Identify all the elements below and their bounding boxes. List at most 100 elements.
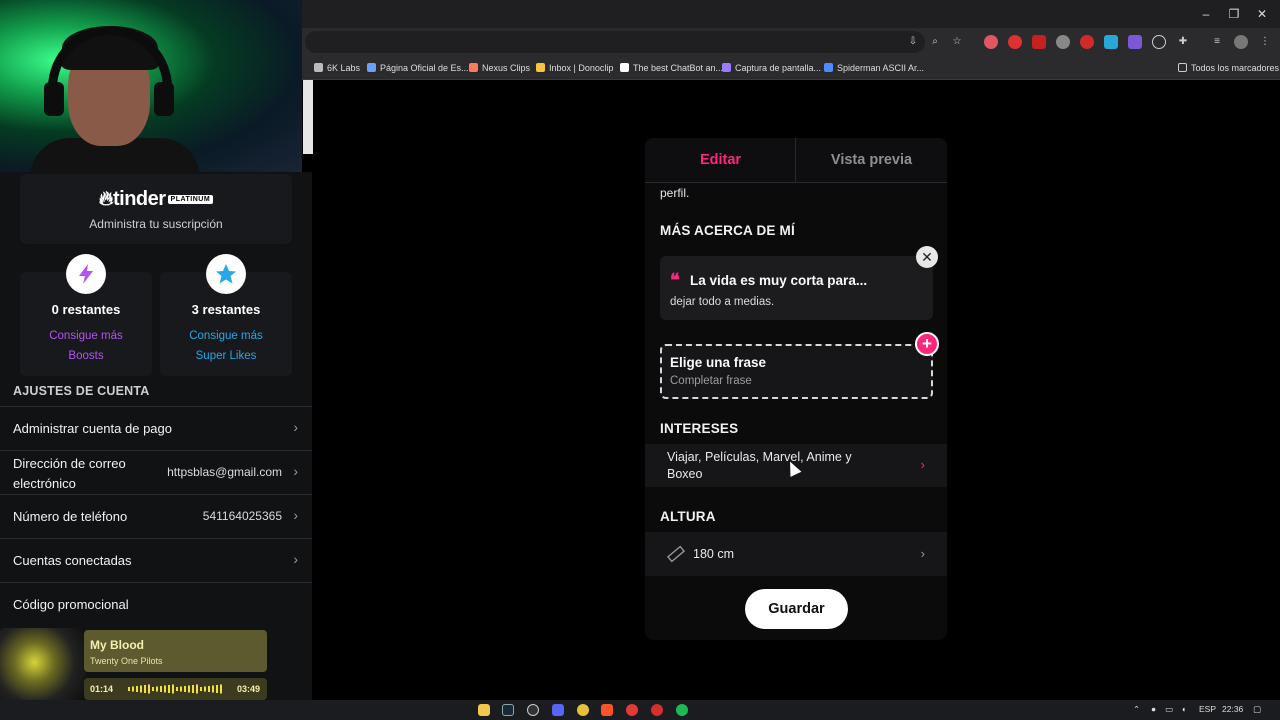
prompt-card[interactable]: ❝ La vida es muy corta para... dejar tod… [660, 256, 933, 320]
waveform-bar [164, 685, 166, 693]
address-bar[interactable] [305, 31, 925, 53]
extension-icon[interactable] [1080, 35, 1094, 49]
file-explorer-icon[interactable] [478, 704, 490, 716]
bookmark-item[interactable]: Inbox | Donoclip [536, 60, 613, 76]
chrome-icon[interactable] [577, 704, 589, 716]
media-player-icon[interactable] [626, 704, 638, 716]
row-label: Administrar cuenta de pago [13, 421, 172, 436]
brave-icon[interactable] [601, 704, 613, 716]
ruler-icon [667, 545, 685, 563]
waveform-bar [160, 686, 162, 692]
bookmark-item[interactable]: Nexus Clips [469, 60, 530, 76]
height-row[interactable]: 180 cm › [645, 532, 947, 576]
chevron-right-icon: › [920, 457, 925, 472]
row-label: Código promocional [13, 597, 129, 612]
total-time: 03:49 [236, 684, 260, 694]
tinder-logo: 🔥︎tinder PLATINUM [20, 188, 292, 211]
bookmark-item[interactable]: The best ChatBot an... [620, 60, 723, 76]
steam-icon[interactable] [502, 704, 514, 716]
bookmark-item[interactable]: Spiderman ASCII Ar... [824, 60, 924, 76]
extension-icon[interactable] [1104, 35, 1118, 49]
profile-edit-card: Editar Vista previa perfil. MÁS ACERCA D… [645, 138, 947, 640]
track-artist: Twenty One Pilots [90, 656, 163, 666]
height-heading: ALTURA [660, 509, 716, 524]
waveform-bar [208, 686, 210, 692]
email-row[interactable]: Dirección de correo electrónico httpsblas… [0, 450, 312, 494]
all-bookmarks-folder[interactable]: Todos los marcadores [1178, 60, 1279, 76]
remove-prompt-button[interactable]: ✕ [916, 246, 938, 268]
volume-icon[interactable]: ◖ [1181, 704, 1186, 714]
extension-icon[interactable] [984, 35, 998, 49]
restore-icon[interactable]: ❐ [1226, 6, 1242, 22]
superlikes-remaining: 3 restantes [191, 302, 261, 317]
chevron-right-icon: › [293, 507, 298, 523]
page-scrollbar[interactable] [303, 80, 313, 154]
clock[interactable]: 22:36 [1222, 704, 1243, 714]
get-more-superlikes-link[interactable]: Consigue más Super Likes [160, 326, 292, 366]
minimize-icon[interactable]: – [1198, 6, 1214, 22]
bookmark-item[interactable]: 6K Labs [314, 60, 360, 76]
chevron-right-icon: › [293, 463, 298, 479]
choose-prompt-slot[interactable]: Elige una frase Completar frase [660, 344, 933, 399]
chevron-right-icon: › [920, 546, 925, 561]
profile-avatar[interactable] [1234, 35, 1248, 49]
microphone-icon[interactable]: ● [1151, 704, 1156, 714]
adblock-icon[interactable] [1032, 35, 1046, 49]
extension-icon[interactable] [1152, 35, 1166, 49]
manage-payment-row[interactable]: Administrar cuenta de pago › [0, 406, 312, 450]
bio-clipped-text: perfil. [660, 186, 690, 200]
headset-ear-left [44, 82, 64, 116]
zoom-icon[interactable]: ⌕ [928, 35, 942, 49]
interests-heading: INTERESES [660, 421, 739, 436]
save-button[interactable]: Guardar [745, 589, 848, 629]
boosts-card: 0 restantes Consigue más Boosts [20, 254, 152, 376]
opera-icon[interactable] [651, 704, 663, 716]
connected-accounts-row[interactable]: Cuentas conectadas › [0, 538, 312, 582]
choose-prompt-subtitle: Completar frase [670, 375, 752, 387]
tray-expand-icon[interactable]: ⌃ [1133, 704, 1140, 715]
platinum-badge: PLATINUM [167, 195, 214, 204]
chevron-right-icon: › [293, 419, 298, 435]
email-value: httpsblas@gmail.com [167, 465, 282, 479]
puzzle-icon[interactable]: ✚ [1176, 35, 1190, 49]
superlikes-card: 3 restantes Consigue más Super Likes [160, 254, 292, 376]
boost-icon [66, 254, 106, 294]
subscription-card[interactable]: 🔥︎tinder PLATINUM Administra tu suscripci… [20, 174, 292, 244]
waveform-bar [168, 685, 170, 693]
notifications-icon[interactable]: ▢ [1253, 704, 1261, 715]
phone-row[interactable]: Número de teléfono 541164025365 › [0, 494, 312, 538]
more-menu-icon[interactable]: ⋮ [1258, 35, 1272, 49]
flame-icon: 🔥︎ [98, 188, 114, 210]
waveform-bar [148, 684, 150, 694]
extension-icon[interactable] [1056, 35, 1070, 49]
tab-edit[interactable]: Editar [645, 138, 796, 183]
promo-code-row[interactable]: Código promocional [0, 582, 312, 626]
track-title: My Blood [90, 638, 144, 652]
tab-preview[interactable]: Vista previa [796, 138, 947, 183]
waveform-bar [184, 686, 186, 692]
language-indicator[interactable]: ESP [1199, 704, 1216, 714]
extension-icon[interactable] [1008, 35, 1022, 49]
obs-icon[interactable] [527, 704, 539, 716]
bookmark-star-icon[interactable]: ☆ [950, 35, 964, 49]
close-icon: ✕ [921, 249, 933, 265]
extension-icon[interactable] [1128, 35, 1142, 49]
install-icon[interactable]: ⇩ [906, 35, 920, 49]
row-label: Dirección de correo electrónico [13, 456, 126, 491]
manage-subscription-label: Administra tu suscripción [89, 217, 223, 231]
discord-icon[interactable] [552, 704, 564, 716]
boosts-remaining: 0 restantes [51, 302, 121, 317]
tab-search-icon[interactable]: ≡ [1210, 35, 1224, 49]
close-window-icon[interactable]: ✕ [1254, 6, 1270, 22]
bookmark-item[interactable]: Captura de pantalla... [722, 60, 821, 76]
edit-preview-tabs: Editar Vista previa [645, 138, 947, 183]
get-more-boosts-link[interactable]: Consigue más Boosts [20, 326, 152, 366]
height-value: 180 cm [693, 547, 734, 561]
add-prompt-button[interactable]: + [915, 332, 939, 356]
spotify-icon[interactable] [676, 704, 688, 716]
bookmark-item[interactable]: Página Oficial de Es... [367, 60, 469, 76]
windows-taskbar: ⌃ ● ▭ ◖ ESP 22:36 ▢ [0, 700, 1280, 720]
network-icon[interactable]: ▭ [1165, 704, 1173, 715]
waveform-bar [192, 685, 194, 693]
waveform-bar [216, 685, 218, 693]
